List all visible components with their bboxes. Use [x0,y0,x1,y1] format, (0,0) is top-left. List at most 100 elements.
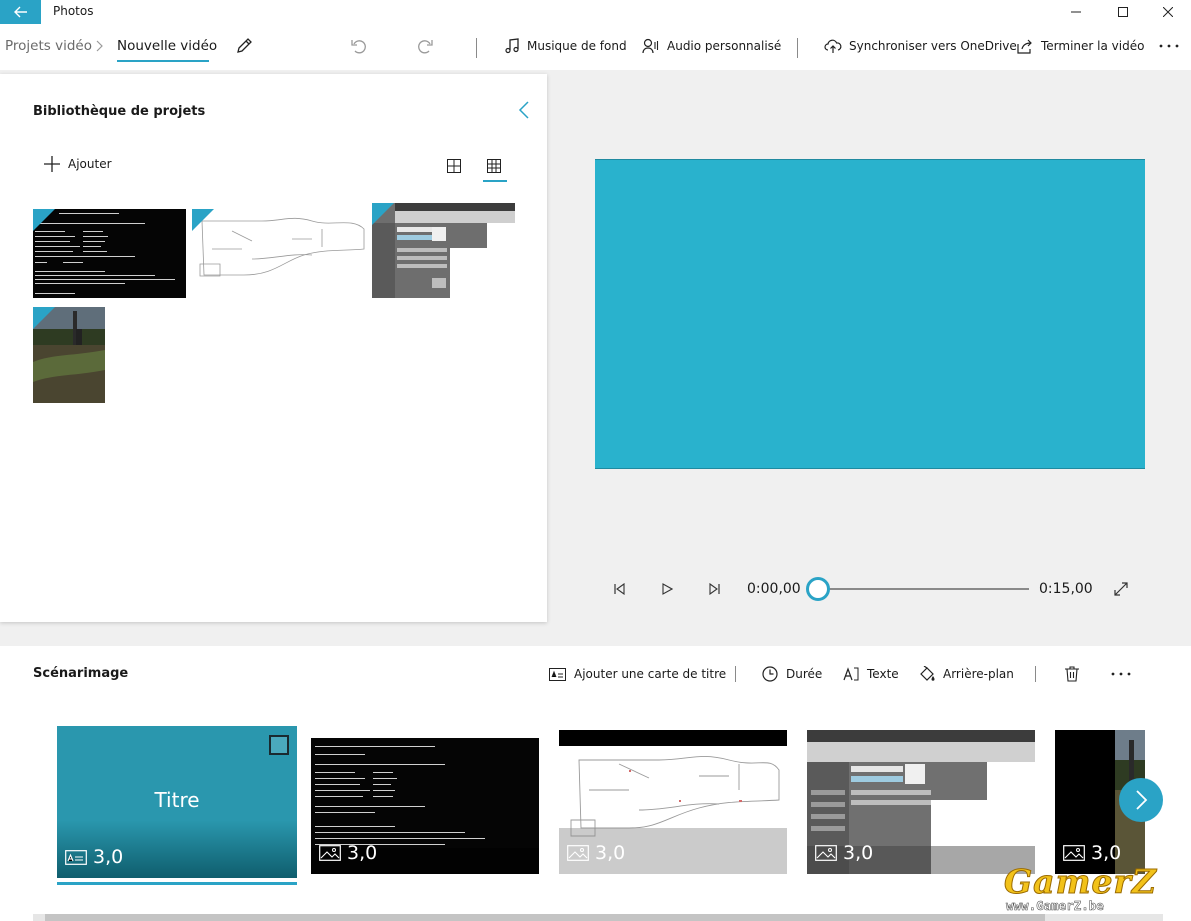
expand-icon [1114,582,1128,596]
background-music-label: Musique de fond [527,39,627,53]
breadcrumb-underline [117,60,209,62]
view-selected-underline [483,180,507,182]
fullscreen-button[interactable] [1110,578,1132,600]
grid-large-icon [447,159,461,173]
storyboard-clip-title[interactable]: Titre 3,0 [57,726,297,878]
storyboard-clip[interactable]: 3,0 [311,730,539,874]
finish-video-label: Terminer la vidéo [1041,39,1145,53]
rename-button[interactable] [235,36,253,56]
clip-select-checkbox[interactable] [269,735,289,755]
more-dots-icon [1159,44,1179,48]
clip-duration-value: 3,0 [843,842,874,864]
clip-duration: 3,0 [567,842,625,864]
storyboard-next-button[interactable] [1119,778,1163,822]
sync-onedrive-label: Synchroniser vers OneDrive [849,39,1017,53]
title-card-text: Titre [154,788,200,812]
breadcrumb-current: Nouvelle vidéo [117,38,218,54]
maximize-icon [1118,7,1128,17]
project-library-panel: Bibliothèque de projets Ajouter [0,74,547,622]
minimize-button[interactable] [1053,0,1099,24]
text-button[interactable]: Texte [843,664,899,684]
add-title-card-label: Ajouter une carte de titre [574,667,727,681]
storyboard-clip[interactable]: 3,0 [807,730,1035,874]
delete-button[interactable] [1065,664,1079,684]
more-options-button[interactable] [1159,36,1179,56]
horizontal-scrollbar[interactable] [33,914,1163,921]
maximize-button[interactable] [1100,0,1146,24]
music-note-icon [505,38,519,54]
duration-button[interactable]: Durée [762,664,822,684]
library-thumbnail[interactable] [33,307,105,403]
close-button[interactable] [1145,0,1191,24]
finish-video-button[interactable]: Terminer la vidéo [1017,36,1144,56]
seek-track[interactable] [818,588,1029,590]
seek-handle[interactable] [806,577,830,601]
person-audio-icon [642,38,659,54]
duration-label: Durée [786,667,823,681]
storyboard-clip[interactable]: 3,0 [559,730,787,874]
title-bar: Photos [0,0,1191,24]
clip-duration: 3,0 [1063,842,1121,864]
selection-corner-marker [372,203,394,225]
storyboard-title: Scénarimage [33,666,129,681]
breadcrumb-parent[interactable]: Projets vidéo [5,38,92,54]
redo-icon [418,40,433,54]
storyboard-divider [735,666,736,682]
clip-duration-value: 3,0 [595,842,626,864]
previous-frame-button[interactable] [609,579,629,599]
library-title: Bibliothèque de projets [33,104,206,119]
text-label: Texte [867,667,899,681]
command-bar: Projets vidéo Nouvelle vidéo Musique de … [0,24,1191,70]
storyboard-divider [1035,666,1036,682]
title-card-icon [65,849,87,865]
sketch-drawing-image [199,217,365,277]
library-thumbnail[interactable] [372,203,515,298]
image-icon [1063,845,1085,861]
app-title: Photos [53,4,94,18]
clip-duration-value: 3,0 [1091,842,1122,864]
background-button[interactable]: Arrière-plan [918,664,1014,684]
clip-duration: 3,0 [319,842,377,864]
back-button[interactable] [0,0,41,24]
image-icon [567,845,589,861]
pencil-icon [237,38,252,53]
play-button[interactable] [657,579,677,599]
current-time: 0:00,00 [747,581,801,597]
small-grid-view-button[interactable] [483,156,505,176]
clip-duration: 3,0 [815,842,873,864]
export-icon [1017,39,1032,54]
video-preview[interactable] [595,159,1145,469]
grid-small-icon [487,159,501,173]
selection-corner-marker [33,209,55,231]
more-dots-icon [1111,672,1131,676]
scrollbar-thumb[interactable] [45,914,1045,921]
library-thumbnail[interactable] [33,209,186,298]
large-grid-view-button[interactable] [443,156,465,176]
plus-icon [44,156,60,172]
sync-onedrive-button[interactable]: Synchroniser vers OneDrive [824,36,1017,56]
title-card-icon [549,667,566,681]
step-forward-icon [709,583,720,595]
cloud-sync-icon [824,39,842,53]
add-media-button[interactable]: Ajouter [44,156,112,172]
total-time: 0:15,00 [1039,581,1093,597]
selected-clip-underline [57,882,297,885]
clip-duration-value: 3,0 [347,842,378,864]
undo-button[interactable] [350,36,366,56]
library-thumbnail[interactable] [192,209,366,281]
background-label: Arrière-plan [943,667,1014,681]
watermark-url: www.GamerZ.be [1006,898,1104,914]
clip-duration: 3,0 [65,846,123,868]
next-frame-button[interactable] [705,579,725,599]
redo-button[interactable] [418,36,434,56]
text-icon [843,667,859,681]
terminal-screenshot-image [35,213,175,294]
add-title-card-button[interactable]: Ajouter une carte de titre [549,664,726,684]
toolbar-divider [797,38,798,58]
custom-audio-button[interactable]: Audio personnalisé [642,36,781,56]
close-icon [1163,7,1173,17]
storyboard-more-button[interactable] [1111,664,1131,684]
background-music-button[interactable]: Musique de fond [504,36,627,56]
toolbar-divider [476,38,477,58]
chevron-left-icon[interactable] [518,100,530,120]
